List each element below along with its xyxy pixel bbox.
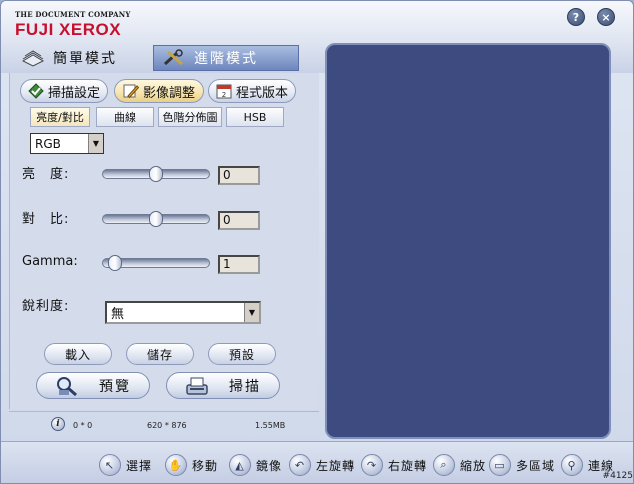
select-tool-label: 選擇 — [126, 458, 153, 473]
contrast-label: 對 比: — [22, 212, 70, 227]
brightness-label: 亮 度: — [22, 167, 70, 182]
subtab-histogram[interactable]: 色階分佈圖 — [158, 107, 222, 127]
select-tool[interactable]: ↖ 選擇 — [99, 454, 152, 476]
preview-button[interactable]: 預覽 — [36, 372, 150, 399]
brightness-value[interactable]: 0 — [218, 166, 260, 185]
scan-button-label: 掃描 — [229, 378, 261, 395]
bottom-toolbar: ↖ 選擇 ✋ 移動 ◭ 鏡像 ↶ 左旋轉 ↷ 右旋轉 ⌕ 縮放 ▭ 多區域 ⚲ — [1, 441, 633, 483]
scan-button[interactable]: 掃描 — [166, 372, 280, 399]
tab-image-adjust-label: 影像調整 — [142, 85, 195, 101]
logo-brand: FUJI XEROX — [15, 20, 122, 39]
gamma-value[interactable]: 1 — [218, 255, 260, 274]
brightness-slider[interactable] — [102, 166, 210, 182]
tab-simple-mode[interactable]: 簡單模式 — [13, 45, 149, 71]
select-arrow-icon: ↖ — [99, 454, 121, 476]
tab-advanced-mode[interactable]: 進階模式 — [153, 45, 299, 71]
scanner-icon — [186, 377, 208, 395]
contrast-slider[interactable] — [102, 211, 210, 227]
calendar-icon: 2 — [216, 84, 232, 99]
checkmark-diamond-icon — [28, 83, 44, 99]
multi-area-icon: ▭ — [489, 454, 511, 476]
mirror-icon: ◭ — [229, 454, 251, 476]
subtab-curve[interactable]: 曲線 — [96, 107, 154, 127]
settings-panel: 掃描設定 影像調整 2 程式版本 亮度/對比 曲線 色階分佈圖 HSB RGB … — [9, 73, 319, 409]
move-tool-label: 移動 — [192, 458, 219, 473]
link-icon: ⚲ — [561, 454, 583, 476]
load-button[interactable]: 載入 — [44, 343, 112, 365]
color-mode-value: RGB — [35, 136, 61, 151]
mirror-tool[interactable]: ◭ 鏡像 — [229, 454, 282, 476]
zoom-tool-label: 縮放 — [460, 458, 487, 473]
contrast-value[interactable]: 0 — [218, 211, 260, 230]
zoom-tool[interactable]: ⌕ 縮放 — [433, 454, 486, 476]
tools-icon — [163, 49, 183, 66]
chevron-down-icon[interactable]: ▼ — [88, 134, 103, 153]
help-button[interactable]: ? — [567, 8, 585, 26]
pencil-icon — [123, 84, 139, 99]
logo-tagline: THE DOCUMENT COMPANY — [15, 10, 131, 19]
sharpness-label: 銳利度: — [22, 299, 70, 314]
tab-scan-settings[interactable]: 掃描設定 — [20, 79, 108, 103]
rotate-left-icon: ↶ — [289, 454, 311, 476]
mirror-tool-label: 鏡像 — [256, 458, 283, 473]
multi-area-tool-label: 多區域 — [516, 458, 556, 473]
slider-thumb[interactable] — [149, 211, 163, 227]
close-button[interactable]: × — [597, 8, 615, 26]
sharpness-select[interactable]: 無 ▼ — [105, 301, 261, 324]
subtab-brightness-contrast[interactable]: 亮度/對比 — [30, 107, 90, 127]
save-button[interactable]: 儲存 — [126, 343, 194, 365]
status-size: 1.55MB — [255, 421, 286, 430]
color-mode-select[interactable]: RGB ▼ — [30, 133, 104, 154]
status-bar: i 0 * 0 620 * 876 1.55MB — [9, 411, 319, 437]
scanner-window: THE DOCUMENT COMPANY FUJI XEROX ? × 簡單模式… — [0, 0, 634, 484]
rotate-left-tool[interactable]: ↶ 左旋轉 — [289, 454, 355, 476]
chevron-down-icon[interactable]: ▼ — [244, 303, 259, 322]
gamma-slider[interactable] — [102, 255, 210, 271]
preview-button-label: 預覽 — [99, 378, 131, 395]
rotate-right-icon: ↷ — [361, 454, 383, 476]
info-icon[interactable]: i — [51, 417, 65, 431]
rotate-right-tool-label: 右旋轉 — [388, 458, 428, 473]
tab-version[interactable]: 2 程式版本 — [208, 79, 296, 103]
tab-image-adjust[interactable]: 影像調整 — [114, 79, 204, 103]
zoom-icon: ⌕ — [433, 454, 455, 476]
multi-area-tool[interactable]: ▭ 多區域 — [489, 454, 555, 476]
tab-simple-mode-label: 簡單模式 — [53, 51, 117, 67]
preview-canvas[interactable] — [325, 43, 611, 439]
document-stack-icon — [21, 50, 45, 67]
slider-thumb[interactable] — [108, 255, 122, 271]
slider-thumb[interactable] — [149, 166, 163, 182]
gamma-label: Gamma: — [22, 254, 78, 269]
tab-version-label: 程式版本 — [235, 85, 288, 101]
sharpness-value: 無 — [111, 307, 125, 322]
status-dimensions: 620 * 876 — [147, 421, 187, 430]
magnifier-icon — [57, 376, 77, 396]
hand-icon: ✋ — [165, 454, 187, 476]
subtab-hsb[interactable]: HSB — [226, 107, 284, 127]
version-tag: #4125 — [602, 471, 633, 481]
tab-scan-settings-label: 掃描設定 — [47, 85, 100, 101]
rotate-left-tool-label: 左旋轉 — [316, 458, 356, 473]
default-button[interactable]: 預設 — [208, 343, 276, 365]
move-tool[interactable]: ✋ 移動 — [165, 454, 218, 476]
status-position: 0 * 0 — [73, 421, 93, 430]
svg-text:2: 2 — [222, 91, 226, 99]
tab-advanced-mode-label: 進階模式 — [194, 51, 258, 67]
rotate-right-tool[interactable]: ↷ 右旋轉 — [361, 454, 427, 476]
